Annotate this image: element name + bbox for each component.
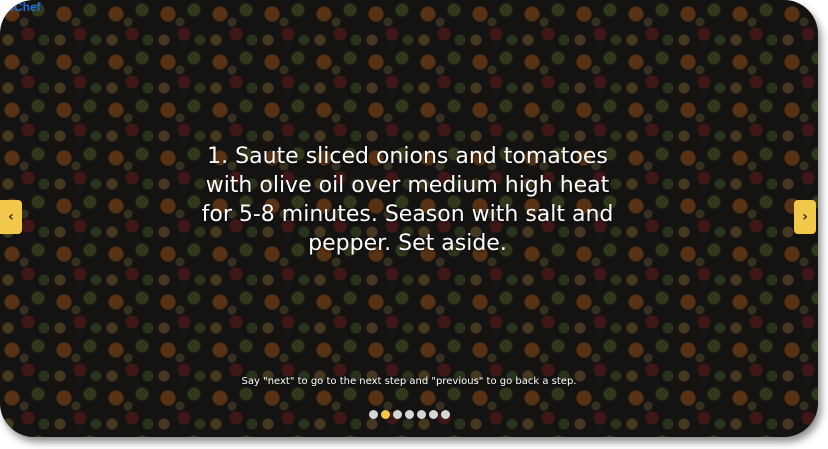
recipe-step-carousel: usChef ‹ 1. Saute sliced onions and toma… — [0, 0, 818, 437]
step-pagination — [0, 410, 818, 419]
chevron-left-icon: ‹ — [8, 209, 14, 225]
pagination-dot[interactable] — [416, 410, 426, 419]
pagination-dot[interactable] — [368, 410, 378, 419]
chevron-right-icon: › — [802, 209, 808, 225]
pagination-dot[interactable] — [392, 410, 402, 419]
previous-step-button[interactable]: ‹ — [0, 200, 22, 234]
voice-command-hint: Say "next" to go to the next step and "p… — [241, 376, 577, 387]
step-instruction: 1. Saute sliced onions and tomatoes with… — [201, 144, 614, 256]
next-step-button[interactable]: › — [794, 200, 816, 234]
app-logo[interactable]: usChef — [0, 0, 41, 14]
pagination-dot[interactable] — [404, 410, 414, 419]
pagination-dot[interactable] — [380, 410, 390, 419]
pagination-dot[interactable] — [428, 410, 438, 419]
pagination-dot[interactable] — [440, 410, 450, 419]
